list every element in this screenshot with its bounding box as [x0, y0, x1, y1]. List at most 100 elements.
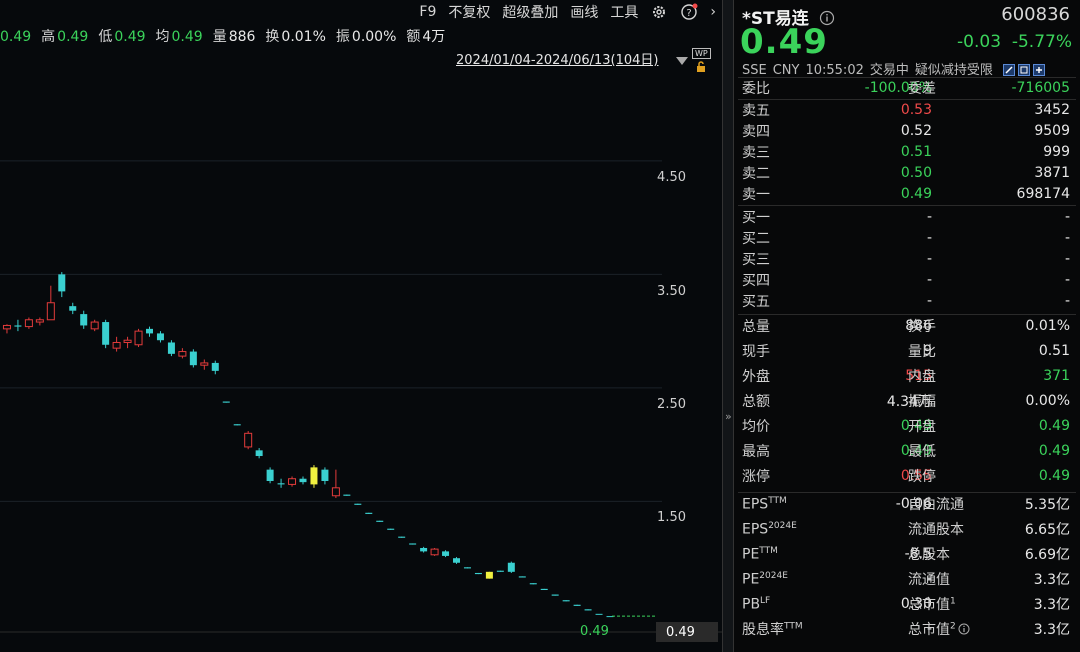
candle-body[interactable] [178, 351, 187, 357]
candle-body[interactable] [69, 306, 77, 311]
divider [738, 205, 1076, 206]
candle-body[interactable] [244, 432, 253, 448]
candlestick-chart[interactable] [0, 0, 722, 652]
window-icon[interactable] [1018, 64, 1031, 76]
candle-body[interactable] [420, 547, 428, 552]
candle-body[interactable] [58, 274, 66, 292]
divider [738, 314, 1076, 315]
candle-body[interactable] [123, 339, 132, 343]
stat-row: 最高 0.49 最低 0.49 [742, 441, 1070, 461]
candle-body[interactable] [453, 558, 460, 563]
row-volume: - [1064, 251, 1070, 267]
candle-body[interactable] [354, 503, 362, 505]
candle-body[interactable] [387, 528, 395, 530]
row-label: 现手 [742, 344, 770, 360]
candle-body[interactable] [200, 362, 209, 366]
candle-body[interactable] [540, 588, 548, 590]
candle-body[interactable] [255, 450, 263, 457]
fund-label: EPSTTM [742, 495, 787, 513]
fundamental-row: PE2024E - 流通值 3.3亿 [742, 569, 1070, 589]
fund-value-2: 6.65亿 [1024, 522, 1070, 538]
candle-body[interactable] [474, 572, 482, 575]
candle-body[interactable] [156, 333, 164, 341]
row-volume: 0.00% [1025, 393, 1070, 409]
plus-icon[interactable] [1033, 64, 1046, 76]
row-volume: 3871 [1034, 165, 1070, 181]
fundamental-row: 股息率TTM - 总市值2 3.3亿 [742, 619, 1070, 639]
row-label: 卖二 [742, 166, 770, 182]
candle-body[interactable] [233, 424, 241, 426]
bid-row: 买五 - - [742, 291, 1070, 311]
candle-body[interactable] [463, 567, 471, 569]
candle-body[interactable] [112, 341, 121, 349]
panel-splitter[interactable]: » [722, 0, 734, 652]
row-label: 买四 [742, 273, 770, 289]
candle-body[interactable] [430, 548, 439, 556]
last-price-line-label: 0.49 [580, 624, 609, 639]
candle-body[interactable] [90, 321, 99, 330]
kline-chart-pane[interactable]: F9 不复权 超级叠加 画线 工具 ? › 0.49 高 0.49 低 0.49 均 0.4… [0, 0, 722, 652]
stat-row: 现手 9 量比 0.51 [742, 341, 1070, 361]
row-volume: 0.49 [1038, 418, 1070, 434]
candle-body[interactable] [584, 609, 592, 611]
row-volume: 9509 [1034, 123, 1070, 139]
candle-body[interactable] [134, 330, 143, 346]
candle-body[interactable] [551, 594, 559, 596]
row-price: - [926, 272, 932, 288]
candle-body[interactable] [376, 520, 384, 522]
row-volume: - [1064, 293, 1070, 309]
candle-body[interactable] [2, 324, 11, 330]
row-price: 0.49 [900, 186, 932, 202]
current-price: 0.49 [740, 22, 828, 62]
quote-panel: *ST易连 600836 0.49 -0.03 -5.77% SSE CNY 10:… [734, 0, 1080, 652]
candle-body[interactable] [442, 551, 450, 556]
row-label: 卖三 [742, 145, 770, 161]
candle-body[interactable] [102, 322, 110, 345]
row-label-2: 内盘 [908, 369, 936, 385]
row-price: - [926, 293, 932, 309]
candle-body[interactable] [529, 583, 537, 585]
candle-body[interactable] [321, 469, 329, 481]
ask-row: 卖五 0.53 3452 [742, 100, 1070, 120]
candle-body[interactable] [562, 600, 570, 602]
candle-body[interactable] [310, 467, 318, 485]
candle-body[interactable] [266, 469, 274, 481]
candle-body[interactable] [189, 351, 197, 366]
candle-body[interactable] [485, 571, 493, 579]
candle-body[interactable] [46, 302, 55, 321]
candle-body[interactable] [35, 319, 44, 323]
row-price: - [926, 209, 932, 225]
candle-body[interactable] [277, 483, 285, 485]
candle-body[interactable] [409, 543, 417, 545]
candle-body[interactable] [222, 401, 230, 403]
candle-body[interactable] [146, 328, 153, 334]
candle-body[interactable] [518, 576, 526, 578]
candle-body[interactable] [288, 478, 297, 485]
candle-body[interactable] [24, 319, 33, 328]
candle-body[interactable] [365, 512, 373, 514]
candle-body[interactable] [507, 562, 515, 572]
row-label: 外盘 [742, 369, 770, 385]
candle-body[interactable] [398, 536, 406, 538]
pencil-icon[interactable] [1003, 64, 1016, 76]
candle-body[interactable] [331, 487, 340, 497]
candle-body[interactable] [14, 325, 22, 327]
row-label: 卖一 [742, 187, 770, 203]
divider [738, 492, 1076, 493]
row-price: - [926, 251, 932, 267]
candle-body[interactable] [595, 613, 603, 615]
stat-row: 总量 886 换手 0.01% [742, 316, 1070, 336]
candle-body[interactable] [211, 362, 219, 371]
y-tick-label: 3.50 [657, 284, 686, 299]
candle-body[interactable] [80, 314, 88, 326]
candle-body[interactable] [343, 494, 351, 496]
row-label: 总量 [742, 319, 770, 335]
candle-body[interactable] [573, 604, 581, 606]
row-label-2: 量比 [908, 344, 936, 360]
candle-body[interactable] [299, 478, 307, 483]
candle-body[interactable] [496, 570, 504, 572]
expand-chevron-icon[interactable]: » [725, 410, 732, 423]
candle-body[interactable] [167, 342, 175, 354]
bid-row: 买一 - - [742, 207, 1070, 227]
fundamental-row: EPSTTM -0.06 自由流通 5.35亿 [742, 494, 1070, 514]
